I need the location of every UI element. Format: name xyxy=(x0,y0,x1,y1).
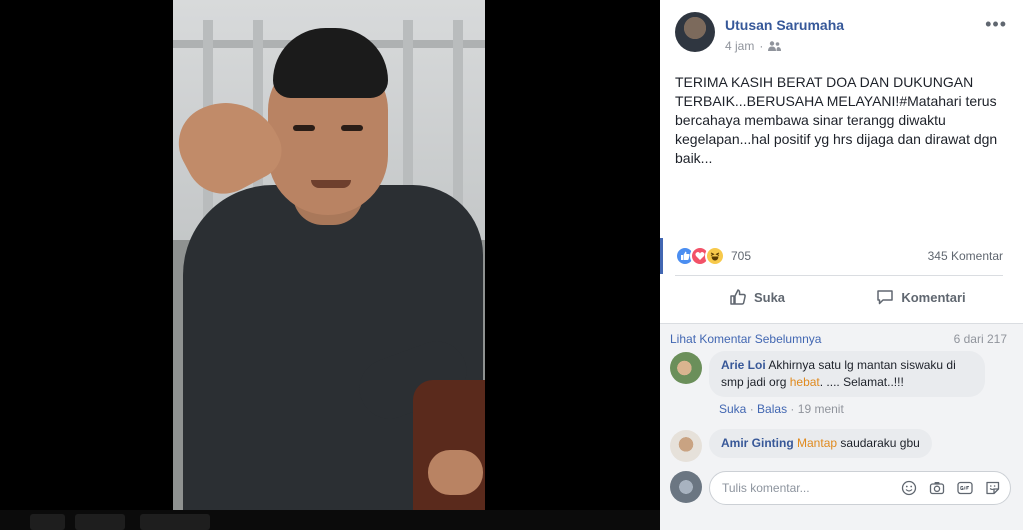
post-header: Utusan Sarumaha 4 jam · ••• xyxy=(675,12,1015,58)
post-actions: Suka Komentari xyxy=(675,282,1003,312)
comment-actions: Suka · Balas · 19 menit xyxy=(719,402,844,416)
comment-button[interactable]: Komentari xyxy=(839,282,1003,312)
reaction-count[interactable]: 705 xyxy=(731,249,751,263)
reactions-summary[interactable]: 705 xyxy=(675,245,751,267)
view-previous-comments-link[interactable]: Lihat Komentar Sebelumnya xyxy=(670,332,821,346)
comment-bubble: Arie Loi Akhirnya satu lg mantan siswaku… xyxy=(709,351,985,397)
emoji-icon[interactable] xyxy=(900,479,918,497)
more-options-button[interactable]: ••• xyxy=(985,14,1007,35)
person-fist xyxy=(428,450,483,495)
post-time[interactable]: 4 jam xyxy=(725,39,754,53)
avatar[interactable] xyxy=(670,430,702,462)
accent-line xyxy=(660,238,663,274)
photo-viewer: Utusan Sarumaha 4 jam · ••• TERIMA KASIH… xyxy=(0,0,1023,530)
haha-icon xyxy=(705,246,725,266)
person-mouth xyxy=(311,180,351,188)
comment-text-end: . .... Selamat..!!! xyxy=(819,375,904,389)
sticker-icon[interactable] xyxy=(984,479,1002,497)
comment-text: saudaraku gbu xyxy=(840,436,920,450)
post-panel: Utusan Sarumaha 4 jam · ••• TERIMA KASIH… xyxy=(660,0,1023,530)
commenter-name[interactable]: Amir Ginting xyxy=(721,436,794,450)
person-eye xyxy=(293,125,315,131)
comment-bubble: Amir Ginting Mantap saudaraku gbu xyxy=(709,429,932,458)
person-eye xyxy=(341,125,363,131)
comment-highlight[interactable]: Mantap xyxy=(797,436,837,450)
comment-highlight[interactable]: hebat xyxy=(790,375,820,389)
comments-section: Lihat Komentar Sebelumnya 6 dari 217 Ari… xyxy=(660,323,1023,530)
divider xyxy=(675,275,1003,276)
friends-icon[interactable] xyxy=(768,41,782,51)
avatar[interactable] xyxy=(670,352,702,384)
thumbnail[interactable] xyxy=(75,514,125,530)
post-text: TERIMA KASIH BERAT DOA DAN DUKUNGAN TERB… xyxy=(675,74,1002,166)
comment-separator: · xyxy=(790,402,795,416)
comment-reply-link[interactable]: Balas xyxy=(757,402,787,416)
thumbs-up-icon xyxy=(730,289,746,305)
comment-time[interactable]: 19 menit xyxy=(798,402,844,416)
comment-label: Komentari xyxy=(901,289,966,305)
thumbnail[interactable] xyxy=(140,514,210,530)
like-label: Suka xyxy=(753,289,786,305)
avatar xyxy=(670,471,702,503)
comment-composer xyxy=(709,471,1011,505)
author-avatar[interactable] xyxy=(675,12,715,52)
thumbnail-strip xyxy=(0,510,660,530)
comments-count-indicator: 6 dari 217 xyxy=(953,332,1007,346)
gif-icon[interactable] xyxy=(956,479,974,497)
post-meta: 4 jam · xyxy=(725,39,782,53)
author-name[interactable]: Utusan Sarumaha xyxy=(725,17,844,33)
thumbnail[interactable] xyxy=(30,514,65,530)
camera-icon[interactable] xyxy=(928,479,946,497)
comment-input[interactable] xyxy=(722,472,882,504)
like-button[interactable]: Suka xyxy=(675,282,839,312)
comment-icon xyxy=(877,290,894,305)
comment-separator: · xyxy=(749,402,754,416)
composer-tools xyxy=(900,479,1002,497)
commenter-name[interactable]: Arie Loi xyxy=(721,358,766,372)
meta-separator: · xyxy=(759,39,764,53)
post-photo[interactable] xyxy=(173,0,485,510)
comment-count[interactable]: 345 Komentar xyxy=(928,249,1003,263)
comment-like-link[interactable]: Suka xyxy=(719,402,746,416)
